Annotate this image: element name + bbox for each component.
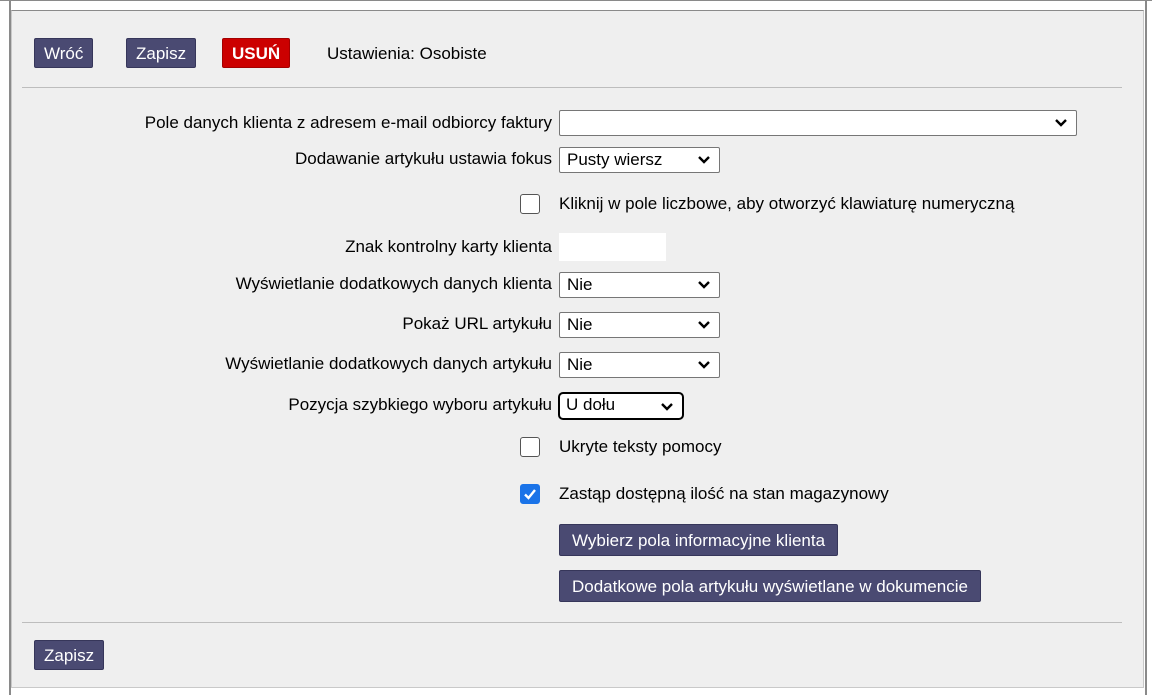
chevron-down-icon <box>1055 119 1067 127</box>
extra-article-select[interactable]: Nie <box>559 352 720 378</box>
footer-save-button[interactable]: Zapisz <box>34 640 105 670</box>
quick-pick-select[interactable]: U dołu <box>558 392 684 420</box>
extra-customer-label: Wyświetlanie dodatkowych danych klienta <box>235 274 552 293</box>
email-field-label: Pole danych klienta z adresem e-mail odb… <box>144 113 552 132</box>
footer-divider <box>22 622 1122 623</box>
chevron-down-icon <box>698 281 710 289</box>
checkmark-icon <box>524 489 536 500</box>
extra-customer-value: Nie <box>567 275 593 294</box>
chevron-down-icon <box>698 361 710 369</box>
chevron-down-icon <box>698 321 710 329</box>
save-button[interactable]: Zapisz <box>126 38 197 68</box>
card-check-label: Znak kontrolny karty klienta <box>345 237 552 256</box>
page-title: Ustawienia: Osobiste <box>327 44 487 63</box>
chevron-down-icon <box>661 403 673 411</box>
back-button[interactable]: Wróć <box>34 38 94 68</box>
quick-pick-label: Pozycja szybkiego wyboru artykułu <box>288 395 552 414</box>
show-url-select[interactable]: Nie <box>559 312 720 338</box>
chevron-down-icon <box>698 156 710 164</box>
focus-label: Dodawanie artykułu ustawia fokus <box>294 149 552 168</box>
choose-customer-fields-button[interactable]: Wybierz pola informacyjne klienta <box>559 524 839 556</box>
extra-article-value: Nie <box>567 355 593 374</box>
extra-article-label: Wyświetlanie dodatkowych danych artykułu <box>225 354 552 373</box>
hide-help-checkbox[interactable] <box>520 437 540 457</box>
numeric-keyboard-label: Kliknij w pole liczbowe, aby otworzyć kl… <box>559 194 1015 213</box>
card-check-input[interactable] <box>559 233 666 261</box>
show-url-value: Nie <box>567 315 593 334</box>
delete-button[interactable]: USUŃ <box>222 38 291 68</box>
focus-value: Pusty wiersz <box>567 150 663 169</box>
hide-help-label: Ukryte teksty pomocy <box>559 437 722 456</box>
extra-customer-select[interactable]: Nie <box>559 272 720 298</box>
focus-select[interactable]: Pusty wiersz <box>559 147 720 173</box>
numeric-keyboard-checkbox[interactable] <box>520 194 540 214</box>
article-fields-button[interactable]: Dodatkowe pola artykułu wyświetlane w do… <box>559 570 981 602</box>
email-field-select[interactable] <box>559 110 1077 136</box>
window-top-border <box>0 0 1152 1</box>
window-right-border <box>1145 0 1147 695</box>
show-url-label: Pokaż URL artykułu <box>402 314 552 333</box>
toolbar-divider <box>22 87 1122 88</box>
replace-qty-label: Zastąp dostępną ilość na stan magazynowy <box>559 484 889 503</box>
replace-qty-checkbox[interactable] <box>520 484 540 504</box>
quick-pick-value: U dołu <box>566 395 616 414</box>
